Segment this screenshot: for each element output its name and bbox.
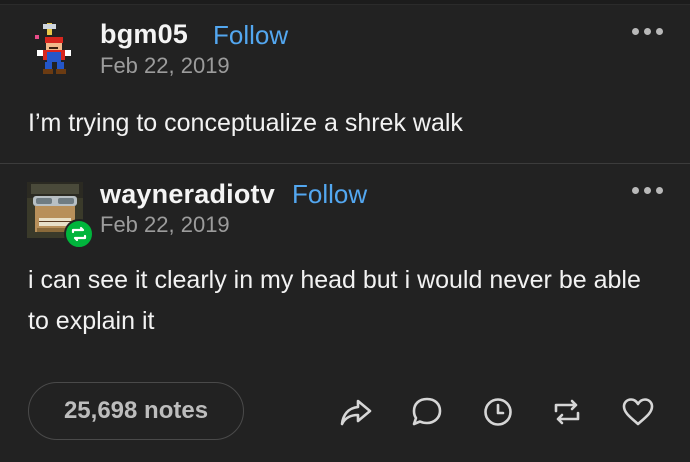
dot-icon [644, 187, 651, 194]
username[interactable]: wayneradiotv [100, 179, 275, 210]
more-options-button[interactable] [632, 28, 668, 42]
reblog-badge [64, 219, 94, 249]
dot-icon [656, 28, 663, 35]
more-options-button[interactable] [632, 187, 668, 201]
like-heart-icon [622, 398, 654, 426]
post-bgm05: bgm05 Follow Feb 22, 2019 I’m trying to … [0, 5, 690, 163]
share-button[interactable] [338, 394, 374, 430]
reblog-icon [554, 399, 580, 425]
post-date[interactable]: Feb 22, 2019 [100, 212, 230, 238]
avatar[interactable] [27, 21, 83, 77]
dot-icon [644, 28, 651, 35]
reply-icon [412, 397, 442, 426]
dot-icon [656, 187, 663, 194]
follow-button[interactable]: Follow [213, 20, 288, 51]
follow-button[interactable]: Follow [292, 179, 367, 210]
queue-button[interactable] [480, 394, 516, 430]
like-button[interactable] [620, 394, 656, 430]
queue-clock-icon [484, 398, 512, 426]
mario-sprite-avatar-icon [27, 21, 83, 77]
post-wayneradiotv: wayneradiotv Follow Feb 22, 2019 i can s… [0, 164, 690, 364]
notes-button[interactable]: 25,698 notes [28, 382, 244, 440]
reblog-icon [71, 226, 87, 242]
dot-icon [632, 28, 639, 35]
post-footer: 25,698 notes [0, 364, 690, 462]
reply-button[interactable] [409, 394, 445, 430]
username[interactable]: bgm05 [100, 19, 188, 50]
post-date[interactable]: Feb 22, 2019 [100, 53, 230, 79]
share-icon [340, 399, 372, 426]
dot-icon [632, 187, 639, 194]
post-text: I’m trying to conceptualize a shrek walk [28, 109, 463, 137]
reblog-button[interactable] [549, 394, 585, 430]
post-text: i can see it clearly in my head but i wo… [28, 266, 641, 335]
